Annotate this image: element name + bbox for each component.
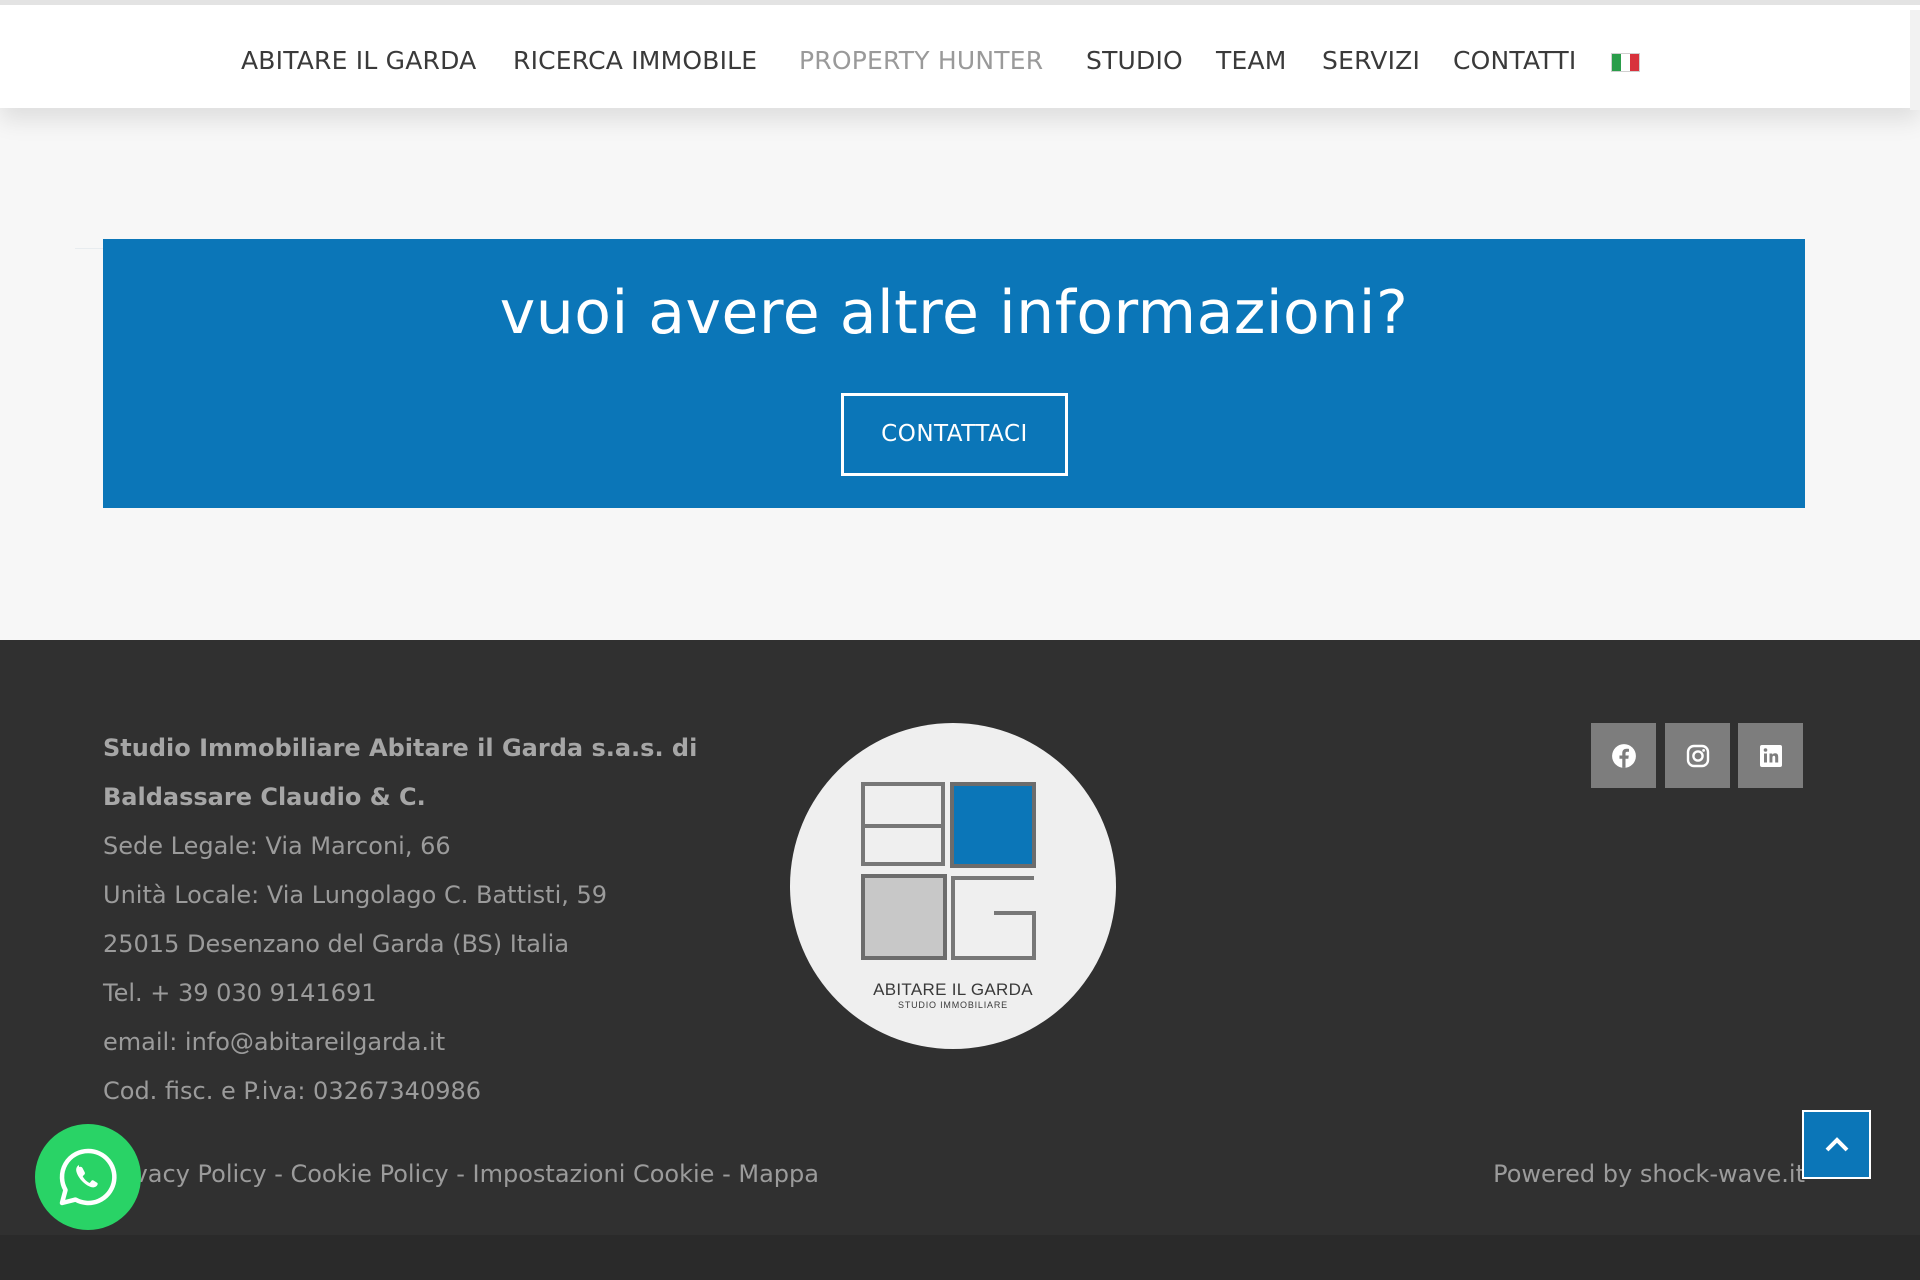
ag-logo-mark-icon <box>861 782 1036 960</box>
cookie-policy-link[interactable]: Cookie Policy <box>290 1160 448 1188</box>
company-info: Studio Immobiliare Abitare il Garda s.a.… <box>103 724 698 1116</box>
phone-line[interactable]: Tel. + 39 030 9141691 <box>103 969 663 1018</box>
facebook-button[interactable] <box>1591 723 1656 788</box>
cta-title: vuoi avere altre informazioni? <box>499 278 1409 348</box>
italian-flag-icon[interactable] <box>1611 53 1640 72</box>
cookie-settings-link[interactable]: Impostazioni Cookie <box>473 1160 715 1188</box>
company-name-line2: Baldassare Claudio & C. <box>103 783 426 811</box>
link-separator: - <box>448 1160 473 1188</box>
whatsapp-icon <box>59 1148 117 1206</box>
local-address: Unità Locale: Via Lungolago C. Battisti,… <box>103 881 608 909</box>
footer-bottom-bar <box>0 1235 1920 1280</box>
nav-item-abitare-il-garda[interactable]: ABITARE IL GARDA <box>241 41 476 81</box>
nav-item-studio[interactable]: STUDIO <box>1086 41 1183 81</box>
nav-item-team[interactable]: TEAM <box>1216 41 1287 81</box>
email-line[interactable]: email: info@abitareilgarda.it <box>103 1018 663 1067</box>
contattaci-button[interactable]: CONTATTACI <box>841 393 1068 476</box>
back-to-top-button[interactable] <box>1802 1110 1871 1179</box>
contact-cta-banner: vuoi avere altre informazioni? CONTATTAC… <box>103 239 1805 508</box>
company-name-line1: Studio Immobiliare Abitare il Garda s.a.… <box>103 734 698 762</box>
instagram-button[interactable] <box>1665 723 1730 788</box>
legal-address: Sede Legale: Via Marconi, 66 <box>103 832 451 860</box>
nav-item-servizi[interactable]: SERVIZI <box>1322 41 1420 81</box>
chevron-up-icon <box>1825 1136 1848 1151</box>
vat-line: Cod. fisc. e P.iva: 03267340986 <box>103 1077 482 1105</box>
powered-by-link[interactable]: Powered by shock-wave.it <box>1493 1160 1805 1188</box>
link-separator: - <box>266 1160 291 1188</box>
instagram-icon <box>1686 744 1709 767</box>
whatsapp-chat-button[interactable] <box>35 1124 141 1230</box>
footer-links: Privacy Policy - Cookie Policy - Imposta… <box>103 1160 819 1188</box>
linkedin-button[interactable] <box>1738 723 1803 788</box>
link-separator: - <box>714 1160 739 1188</box>
nav-item-property-hunter[interactable]: PROPERTY HUNTER <box>799 41 1043 81</box>
facebook-icon <box>1611 743 1636 768</box>
linkedin-icon <box>1759 744 1782 767</box>
site-footer: Studio Immobiliare Abitare il Garda s.a.… <box>0 640 1920 1280</box>
logo-title: ABITARE IL GARDA <box>873 980 1033 999</box>
main-nav: ABITARE IL GARDA RICERCA IMMOBILE PROPER… <box>0 41 1920 81</box>
site-header: ABITARE IL GARDA RICERCA IMMOBILE PROPER… <box>0 0 1920 110</box>
company-logo: ABITARE IL GARDA STUDIO IMMOBILIARE <box>790 723 1116 1049</box>
header-edge <box>1910 10 1920 110</box>
nav-item-ricerca-immobile[interactable]: RICERCA IMMOBILE <box>513 41 757 81</box>
logo-subtitle: STUDIO IMMOBILIARE <box>898 1000 1008 1010</box>
city-line: 25015 Desenzano del Garda (BS) Italia <box>103 930 570 958</box>
map-link[interactable]: Mappa <box>738 1160 819 1188</box>
nav-item-contatti[interactable]: CONTATTI <box>1453 41 1576 81</box>
